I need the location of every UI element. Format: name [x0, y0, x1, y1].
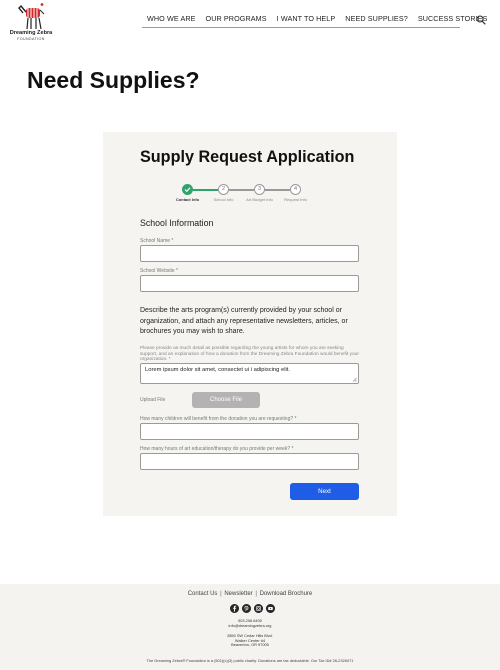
- nav-need-supplies[interactable]: NEED SUPPLIES?: [340, 14, 413, 23]
- art-hours-input[interactable]: [140, 453, 359, 470]
- step-1-complete[interactable]: [182, 184, 193, 195]
- logo-name: Dreaming Zebra: [9, 30, 53, 36]
- step-label-request-info: Request Info: [284, 197, 307, 202]
- footer-link-download-brochure[interactable]: Download Brochure: [260, 591, 313, 597]
- page-title: Need Supplies?: [27, 67, 200, 93]
- step-2[interactable]: 2: [218, 184, 229, 195]
- footer-link-contact-us[interactable]: Contact Us: [188, 591, 218, 597]
- details-textarea[interactable]: Lorem ipsum dolor sit amet, consectet ui…: [140, 363, 359, 384]
- details-help-text: Please provide as much detail as possibl…: [140, 346, 359, 363]
- resize-handle-icon[interactable]: [352, 377, 357, 382]
- pinterest-icon[interactable]: [242, 604, 251, 613]
- choose-file-button[interactable]: Choose File: [192, 392, 260, 408]
- step-connector: [193, 189, 218, 191]
- checkmark-icon: [184, 187, 191, 193]
- social-links: [230, 604, 275, 613]
- page: Dreaming Zebra FOUNDATION WHO WE ARE OUR…: [0, 0, 500, 670]
- step-3[interactable]: 3: [254, 184, 265, 195]
- zebra-logo-icon: [18, 3, 45, 30]
- school-name-label: School Name *: [140, 238, 174, 244]
- school-website-input[interactable]: [140, 275, 359, 292]
- logo-subtitle: FOUNDATION: [17, 36, 45, 41]
- instagram-icon[interactable]: [254, 604, 263, 613]
- footer-legal: The Dreaming Zebra® Foundation is a (501…: [146, 658, 354, 663]
- footer-link-newsletter[interactable]: Newsletter: [224, 591, 252, 597]
- upload-file-label: Upload File: [140, 397, 166, 403]
- program-description-prompt: Describe the arts program(s) currently p…: [140, 307, 348, 335]
- children-count-label: How many children will benefit from the …: [140, 416, 297, 422]
- nav-i-want-to-help[interactable]: I WANT TO HELP: [272, 14, 341, 23]
- footer-contact: 503.206.6400 info@dreamingzebra.org: [0, 618, 500, 629]
- step-connector: [229, 189, 254, 191]
- facebook-icon[interactable]: [230, 604, 239, 613]
- nav-who-we-are[interactable]: WHO WE ARE: [142, 14, 201, 23]
- school-website-label: School Website *: [140, 268, 178, 274]
- nav-our-programs[interactable]: OUR PROGRAMS: [201, 14, 272, 23]
- step-connector: [265, 189, 290, 191]
- footer-link-separator: |: [220, 591, 222, 597]
- main-nav: WHO WE ARE OUR PROGRAMS I WANT TO HELP N…: [142, 14, 493, 23]
- step-label-school-info: School Info: [213, 197, 234, 202]
- search-icon[interactable]: [476, 15, 486, 25]
- footer-address: 2850 SW Cedar Hills Blvd. Walker Center …: [0, 633, 500, 648]
- step-4[interactable]: 4: [290, 184, 301, 195]
- details-textarea-value: Lorem ipsum dolor sit amet, consectet ui…: [145, 367, 290, 373]
- youtube-icon[interactable]: [266, 604, 275, 613]
- footer-email[interactable]: info@dreamingzebra.org: [0, 623, 500, 629]
- footer-links: Contact Us | Newsletter | Download Broch…: [0, 591, 500, 597]
- form-stepper: 2 3 4 Contact Info School Info Art Budge…: [176, 184, 318, 206]
- site-header: Dreaming Zebra FOUNDATION WHO WE ARE OUR…: [0, 0, 500, 50]
- nav-divider: [142, 27, 460, 28]
- site-footer: Contact Us | Newsletter | Download Broch…: [0, 584, 500, 670]
- section-heading: School Information: [140, 218, 214, 228]
- footer-link-separator: |: [255, 591, 257, 597]
- logo[interactable]: Dreaming Zebra FOUNDATION: [6, 2, 56, 46]
- step-label-contact-info: Contact Info: [175, 197, 200, 202]
- next-button[interactable]: Next: [290, 483, 359, 500]
- children-count-input[interactable]: [140, 423, 359, 440]
- step-label-art-budget-info: Art Budget Info: [246, 197, 273, 202]
- supply-request-form: Supply Request Application 2 3 4 Contact…: [103, 132, 397, 516]
- school-name-input[interactable]: [140, 245, 359, 262]
- form-title: Supply Request Application: [140, 148, 355, 166]
- address-line-3: Beaverton, OR 97005: [231, 642, 269, 648]
- art-hours-label: How many hours of art education/therapy …: [140, 446, 294, 452]
